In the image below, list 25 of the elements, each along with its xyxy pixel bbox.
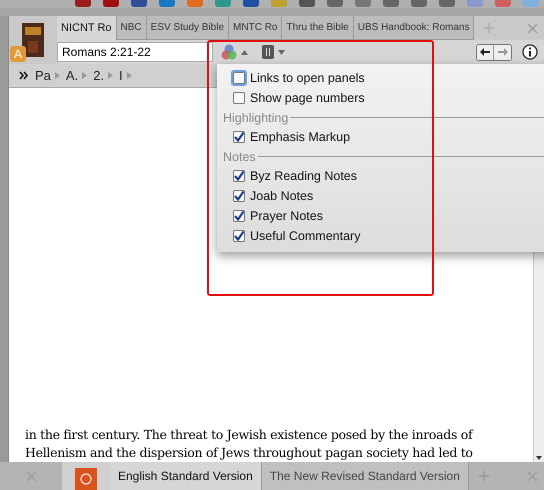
menu-item-label[interactable]: Useful Commentary <box>250 229 360 243</box>
tab[interactable]: The New Revised Standard Version <box>262 462 469 490</box>
menu-item-label[interactable]: Prayer Notes <box>250 209 323 223</box>
tab[interactable]: NBC <box>116 16 147 40</box>
menu-section-header: Highlighting <box>223 110 288 124</box>
menu-item-label[interactable]: Show page numbers <box>250 91 365 105</box>
body-text: Hellenism and the dispersion of Jews throughout pagan society had led to <box>25 444 474 462</box>
tab[interactable]: MNTC Ro <box>229 16 282 40</box>
breadcrumb-item[interactable]: 2. <box>93 68 104 83</box>
tab[interactable]: NICNT Ro <box>57 16 117 40</box>
tab[interactable]: UBS Handbook: Romans <box>354 16 474 40</box>
badge: A <box>10 46 26 62</box>
menu-item-label[interactable]: Emphasis Markup <box>250 130 350 144</box>
tab[interactable]: ESV Study Bible <box>146 16 230 40</box>
menu-section-header: Notes <box>223 150 256 164</box>
breadcrumb-item[interactable]: Pa <box>35 68 51 83</box>
breadcrumb-item[interactable]: I <box>119 68 123 83</box>
reference-field[interactable]: Romans 2:21-22 <box>57 42 213 62</box>
menu-item-label[interactable]: Links to open panels <box>250 71 365 85</box>
tab[interactable]: Thru the Bible <box>282 16 354 40</box>
body-text: in the first century. The threat to Jewish existence posed by the inroads of <box>25 426 474 444</box>
breadcrumb-item[interactable]: A. <box>66 68 78 83</box>
menu-item-label[interactable]: Joab Notes <box>250 189 314 203</box>
menu-item-label[interactable]: Byz Reading Notes <box>250 169 358 183</box>
tab[interactable]: English Standard Version <box>110 462 262 490</box>
